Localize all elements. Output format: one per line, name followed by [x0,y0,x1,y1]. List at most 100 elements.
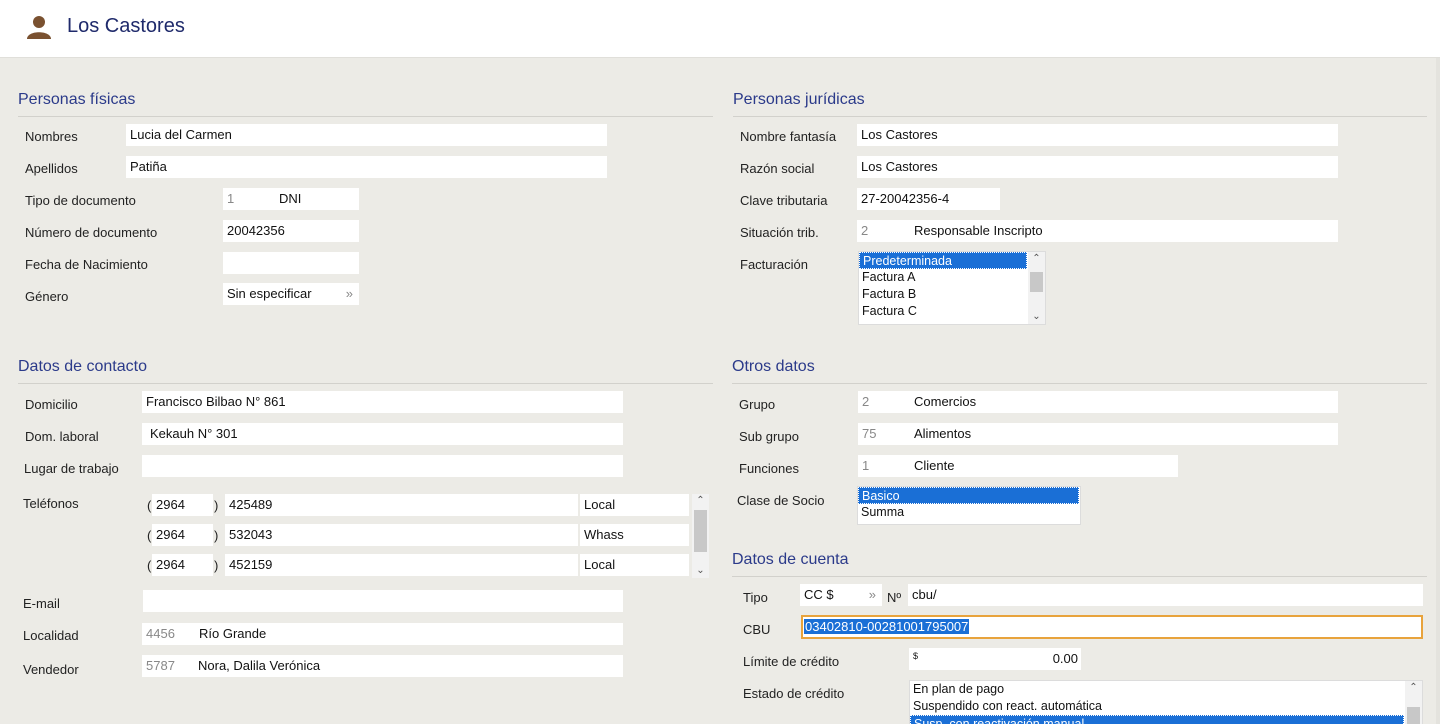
localidad-code: 4456 [146,626,175,641]
cbu-value: 03402810-00281001795007 [804,619,970,634]
list-item[interactable]: En plan de pago [910,681,1422,698]
tipo-cuenta-label: Tipo [743,590,768,605]
nombres-input[interactable]: Lucia del Carmen [126,124,607,146]
limite-credito-input[interactable]: $ 0.00 [909,648,1081,670]
numero-cuenta-label: Nº [887,590,902,605]
genero-select[interactable]: Sin especificar » [223,283,359,305]
vendedor-value: Nora, Dalila Verónica [198,658,321,673]
lugar-trabajo-input[interactable] [142,455,623,477]
grupo-field[interactable]: 2 Comercios [858,391,1338,413]
paren-close: ) [214,498,219,513]
funciones-label: Funciones [739,461,799,476]
scrollbar[interactable]: ⌃ [1405,681,1422,724]
domicilio-input[interactable]: Francisco Bilbao N° 861 [142,391,623,413]
clave-tributaria-input[interactable]: 27-20042356-4 [857,188,1000,210]
paren-close: ) [214,528,219,543]
genero-value: Sin especificar [227,286,312,301]
telefono-area-input[interactable]: 2964 [152,494,213,516]
chevron-up-icon[interactable]: ⌃ [1405,681,1422,695]
list-item[interactable]: Suspendido con react. automática [910,698,1422,715]
cbu-input[interactable]: 03402810-00281001795007 [801,615,1423,639]
paren-open: ( [147,528,152,543]
list-item[interactable]: Summa [858,504,1080,521]
tipo-documento-field[interactable]: 1 DNI [223,188,359,210]
localidad-field[interactable]: 4456 Río Grande [142,623,623,645]
subgrupo-value: Alimentos [914,426,972,441]
funciones-code: 1 [862,458,870,473]
section-title-otros-datos: Otros datos [732,358,815,375]
nombre-fantasia-label: Nombre fantasía [740,129,837,144]
razon-social-input[interactable]: Los Castores [857,156,1338,178]
chevron-double-right-icon: » [868,587,876,602]
chevron-up-icon[interactable]: ⌃ [1028,252,1045,266]
vendedor-field[interactable]: 5787 Nora, Dalila Verónica [142,655,623,677]
grupo-code: 2 [862,394,870,409]
grupo-value: Comercios [914,394,977,409]
telefono-numero-input[interactable]: 425489 [225,494,578,516]
paren-close: ) [214,558,219,573]
telefono-row: ( 2964 ) 452159 Local [145,554,690,576]
tipo-documento-value: DNI [279,191,302,206]
dom-laboral-label: Dom. laboral [25,429,99,444]
scrollbar-thumb[interactable] [1407,707,1420,724]
clave-tributaria-label: Clave tributaria [740,193,828,208]
subgrupo-field[interactable]: 75 Alimentos [858,423,1338,445]
section-divider [732,383,1427,384]
paren-open: ( [147,558,152,573]
section-title-personas-juridicas: Personas jurídicas [733,91,865,108]
localidad-label: Localidad [23,628,79,643]
section-divider [18,116,713,117]
limite-credito-value: 0.00 [1052,651,1078,666]
chevron-double-right-icon: » [345,286,353,301]
tipo-cuenta-select[interactable]: CC $ » [800,584,882,606]
cbu-label: CBU [743,622,771,637]
telefono-area-input[interactable]: 2964 [152,524,213,546]
subgrupo-code: 75 [862,426,877,441]
list-item[interactable]: Predeterminada [859,252,1027,269]
list-item[interactable]: Factura B [859,286,1045,303]
telefono-tipo-input[interactable]: Local [580,494,689,516]
numero-cuenta-input[interactable]: cbu/ [908,584,1423,606]
razon-social-label: Razón social [740,161,815,176]
section-title-datos-cuenta: Datos de cuenta [732,551,849,568]
chevron-down-icon[interactable]: ⌄ [692,564,709,578]
vendedor-label: Vendedor [23,662,79,677]
section-title-personas-fisicas: Personas físicas [18,91,136,108]
list-item[interactable]: Susp. con reactivación manual [910,715,1404,724]
telefono-tipo-input[interactable]: Whass [580,524,689,546]
telefono-numero-input[interactable]: 452159 [225,554,578,576]
list-item[interactable]: Factura C [859,303,1045,320]
numero-documento-input[interactable]: 20042356 [223,220,359,242]
limite-credito-label: Límite de crédito [743,654,840,669]
funciones-field[interactable]: 1 Cliente [858,455,1178,477]
list-item[interactable]: Factura A [859,269,1045,286]
list-item[interactable]: Basico [858,487,1079,504]
chevron-up-icon[interactable]: ⌃ [692,494,709,508]
funciones-value: Cliente [914,458,955,473]
estado-credito-listbox[interactable]: En plan de pago Suspendido con react. au… [909,680,1423,724]
nombre-fantasia-input[interactable]: Los Castores [857,124,1338,146]
situacion-trib-code: 2 [861,223,869,238]
numero-documento-label: Número de documento [25,225,158,240]
telefono-area-input[interactable]: 2964 [152,554,213,576]
facturacion-listbox[interactable]: Predeterminada Factura A Factura B Factu… [858,251,1046,325]
clase-socio-listbox[interactable]: Basico Summa [857,486,1081,525]
apellidos-input[interactable]: Patiña [126,156,607,178]
scrollbar-thumb[interactable] [1030,272,1043,292]
situacion-trib-field[interactable]: 2 Responsable Inscripto [857,220,1338,242]
telefonos-scrollbar[interactable]: ⌃ ⌄ [692,494,709,578]
scrollbar-thumb[interactable] [694,510,707,552]
telefono-tipo-input[interactable]: Local [580,554,689,576]
chevron-down-icon[interactable]: ⌄ [1028,310,1045,324]
lugar-trabajo-label: Lugar de trabajo [24,461,119,476]
email-label: E-mail [23,596,60,611]
fecha-nacimiento-input[interactable] [223,252,359,274]
dom-laboral-input[interactable]: Kekauh N° 301 [142,423,623,445]
section-divider [18,383,713,384]
genero-label: Género [25,289,69,304]
email-input[interactable] [143,590,623,612]
page-title: Los Castores [67,15,185,37]
situacion-trib-value: Responsable Inscripto [914,223,1043,238]
scrollbar[interactable]: ⌃ ⌄ [1028,252,1045,324]
telefono-numero-input[interactable]: 532043 [225,524,578,546]
